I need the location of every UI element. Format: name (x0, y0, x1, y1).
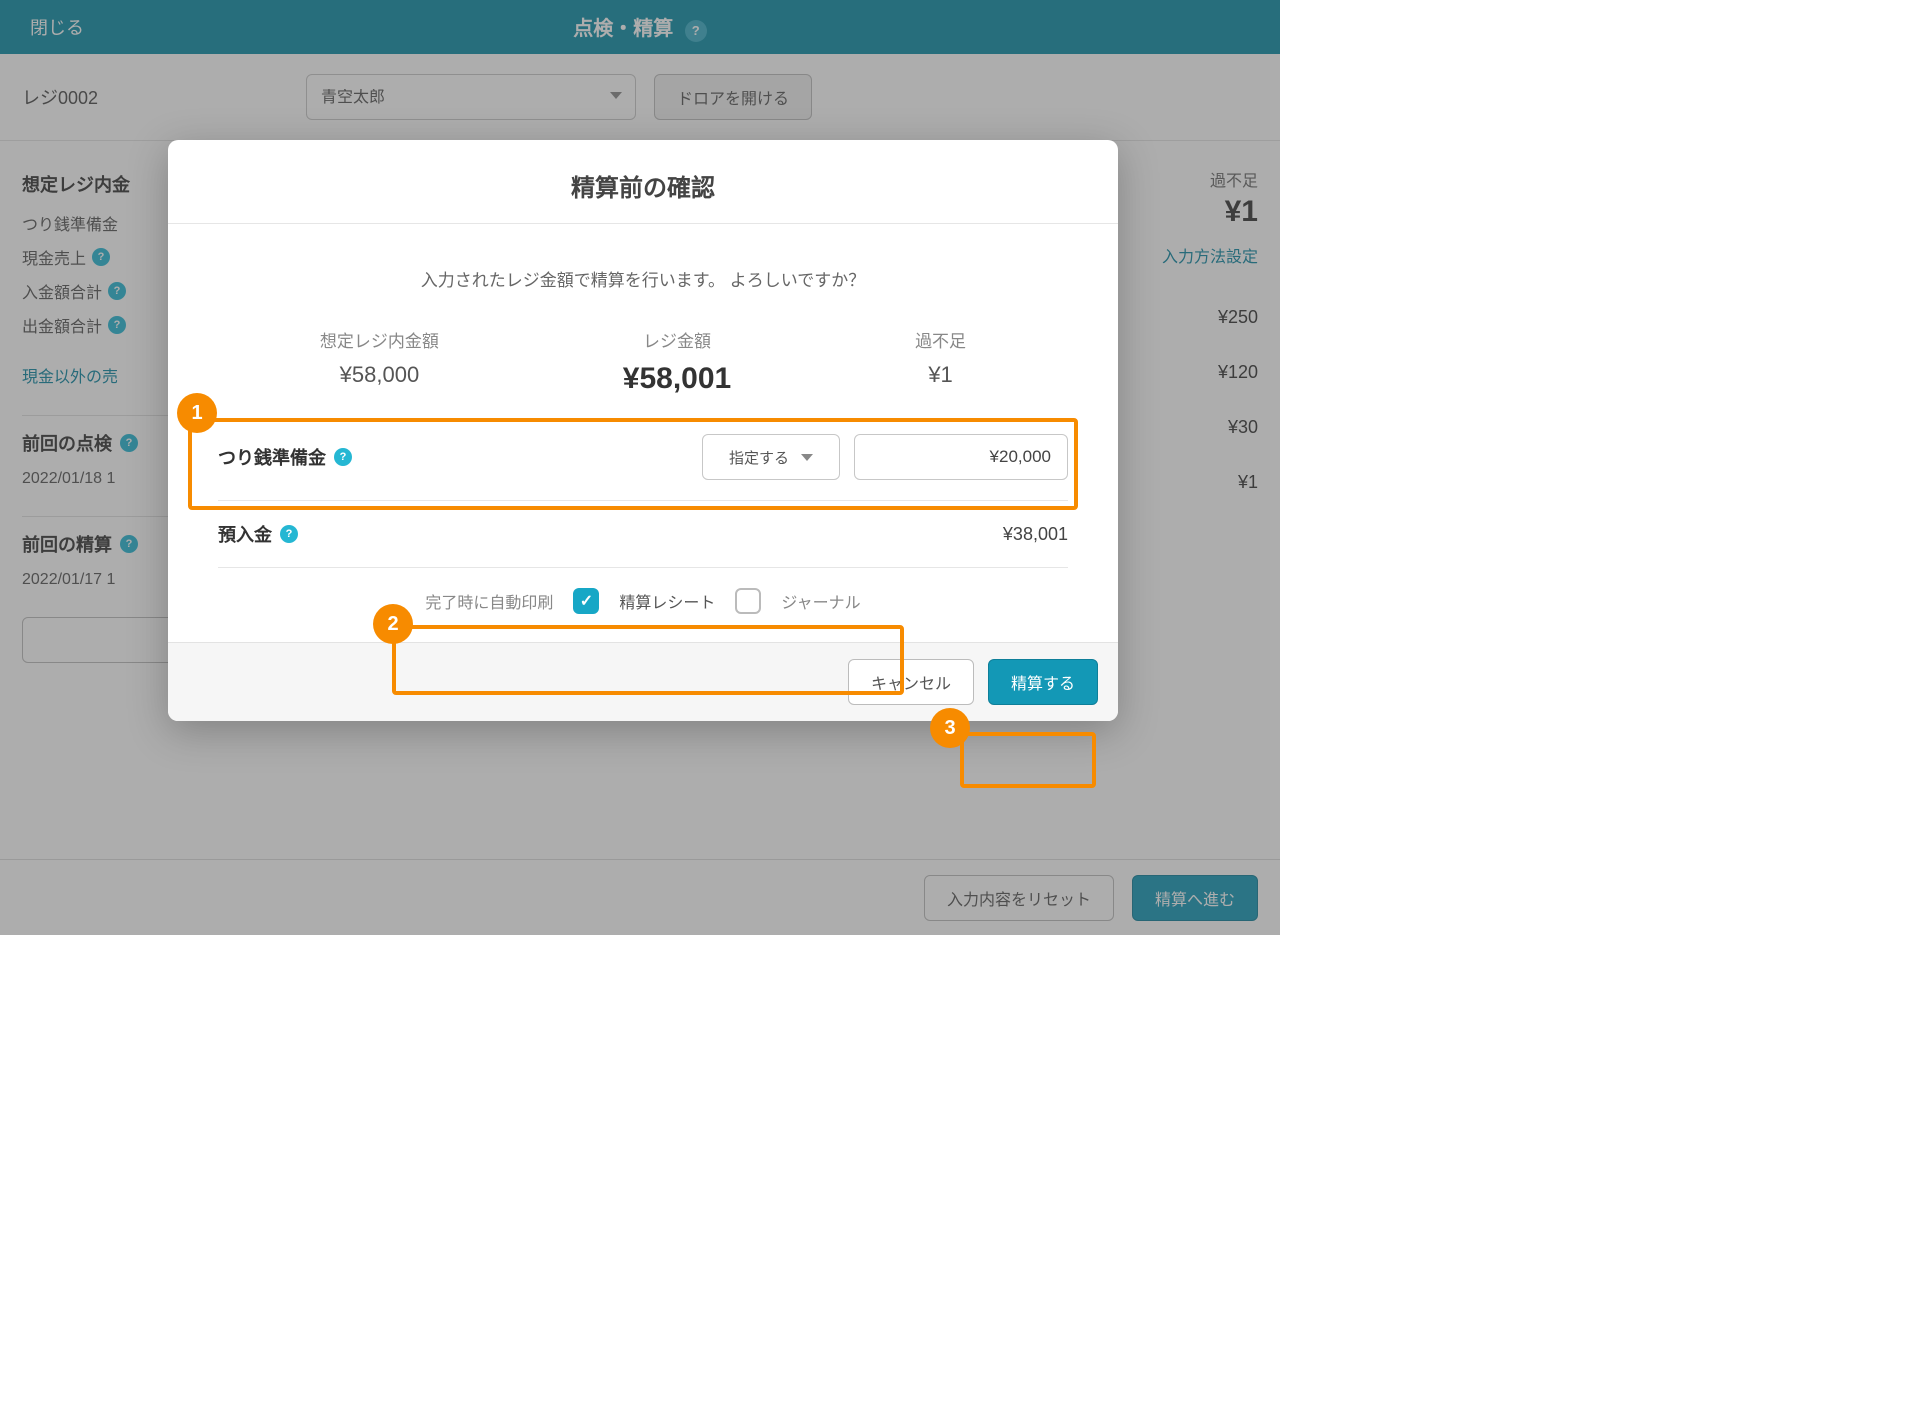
stat-value: ¥58,000 (320, 362, 439, 388)
deposit-value: ¥38,001 (1003, 524, 1068, 545)
receipt-label: 精算レシート (619, 589, 715, 613)
stat-diff: 過不足 ¥1 (915, 327, 966, 396)
journal-label: ジャーナル (781, 589, 860, 613)
deposit-row: 預入金 ? ¥38,001 (168, 501, 1118, 567)
dropdown-value: 指定する (729, 447, 789, 468)
deposit-label: 預入金 ? (218, 521, 298, 547)
journal-checkbox[interactable]: ✓ (735, 588, 761, 614)
settle-button[interactable]: 精算する (988, 659, 1098, 705)
change-fund-amount-input[interactable] (854, 434, 1068, 480)
help-icon[interactable]: ? (280, 525, 298, 543)
stat-expected: 想定レジ内金額 ¥58,000 (320, 327, 439, 396)
help-icon[interactable]: ? (334, 448, 352, 466)
stat-label: 想定レジ内金額 (320, 327, 439, 352)
stat-value: ¥58,001 (623, 362, 731, 396)
stat-actual: レジ金額 ¥58,001 (623, 327, 731, 396)
change-fund-mode-select[interactable]: 指定する (702, 434, 840, 480)
receipt-checkbox[interactable]: ✓ (573, 588, 599, 614)
modal-footer: キャンセル 精算する (168, 642, 1118, 721)
modal-message: 入力されたレジ金額で精算を行います。 よろしいですか？ (168, 224, 1118, 327)
stat-row: 想定レジ内金額 ¥58,000 レジ金額 ¥58,001 過不足 ¥1 (168, 327, 1118, 414)
auto-print-label: 完了時に自動印刷 (425, 589, 553, 613)
auto-print-row: 完了時に自動印刷 ✓ 精算レシート ✓ ジャーナル (168, 568, 1118, 642)
stat-label: 過不足 (915, 327, 966, 352)
cancel-button[interactable]: キャンセル (848, 659, 974, 705)
confirm-modal: 精算前の確認 入力されたレジ金額で精算を行います。 よろしいですか？ 想定レジ内… (168, 140, 1118, 721)
stat-value: ¥1 (915, 362, 966, 388)
label-text: つり銭準備金 (218, 444, 326, 470)
label-text: 預入金 (218, 521, 272, 547)
modal-title: 精算前の確認 (168, 140, 1118, 223)
change-fund-row: つり銭準備金 ? 指定する (168, 414, 1118, 500)
stat-label: レジ金額 (623, 327, 731, 352)
change-fund-label: つり銭準備金 ? (218, 444, 352, 470)
